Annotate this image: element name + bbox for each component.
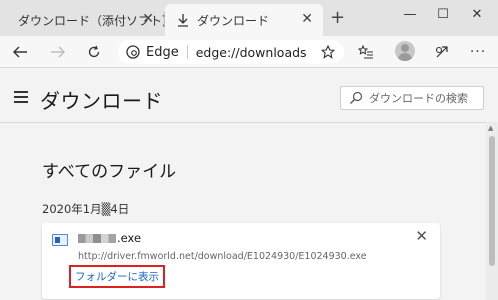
address-label: Edge	[146, 44, 179, 60]
scrollbar[interactable]: ▲	[486, 122, 498, 300]
refresh-button[interactable]	[84, 42, 104, 62]
tab-downloads[interactable]: ダウンロード ✕	[165, 4, 323, 36]
show-in-folder-link[interactable]: フォルダーに表示	[69, 265, 165, 288]
more-icon: ···	[469, 44, 487, 60]
address-separator	[186, 45, 188, 59]
file-name[interactable]: .exe	[78, 231, 141, 245]
forward-button[interactable]	[48, 42, 68, 62]
maximize-button[interactable]: ☐	[428, 4, 458, 24]
scroll-thumb[interactable]	[489, 136, 495, 266]
tab-close-icon[interactable]: ✕	[142, 12, 154, 26]
back-button[interactable]	[10, 42, 30, 62]
file-name-suffix: .exe	[117, 231, 142, 245]
tab-close-icon[interactable]: ✕	[301, 12, 313, 26]
back-arrow-icon	[13, 46, 27, 58]
download-item-card: .exe http://driver.fmworld.net/download/…	[42, 223, 440, 299]
favorite-star-button[interactable]	[318, 42, 338, 62]
search-placeholder: ダウンロードの検索	[369, 92, 468, 105]
tab-downloads-software[interactable]: ダウンロード（添付ソフト） ✕	[0, 4, 174, 36]
divider	[0, 122, 486, 123]
menu-icon[interactable]	[14, 91, 28, 103]
toolbar: Edge edge://downloads ···	[0, 36, 498, 68]
avatar[interactable]	[395, 41, 415, 61]
page-title: ダウンロード	[40, 89, 163, 113]
download-url: http://driver.fmworld.net/download/E1024…	[78, 251, 367, 262]
forward-arrow-icon	[51, 46, 65, 58]
date-label: 2020年1月▒4日	[42, 202, 130, 216]
favorites-list-icon	[358, 45, 373, 59]
downloads-page: ダウンロード ダウンロードの検索 すべてのファイル 2020年1月▒4日 .ex…	[0, 69, 498, 300]
address-bar[interactable]: Edge edge://downloads	[118, 40, 344, 64]
new-tab-button[interactable]: +	[330, 9, 345, 27]
edge-logo-icon	[126, 45, 140, 59]
exe-file-icon	[52, 234, 68, 246]
minimize-button[interactable]: —	[395, 4, 425, 24]
scroll-up-arrow-icon[interactable]: ▲	[488, 124, 493, 132]
download-arrow-icon	[178, 14, 188, 27]
star-icon	[321, 45, 335, 59]
section-title: すべてのファイル	[42, 162, 177, 182]
url-text[interactable]: edge://downloads	[196, 45, 307, 60]
search-icon	[350, 91, 363, 104]
tab-strip: ダウンロード（添付ソフト） ✕ ダウンロード ✕ + — ☐ ✕	[0, 0, 498, 36]
remove-item-close-icon[interactable]: ✕	[415, 229, 428, 244]
close-window-button[interactable]: ✕	[462, 4, 492, 24]
more-button[interactable]: ···	[468, 42, 488, 62]
search-input[interactable]: ダウンロードの検索	[340, 86, 484, 110]
favorites-button[interactable]	[356, 42, 376, 62]
tab-label: ダウンロード	[197, 13, 270, 28]
refresh-icon	[88, 45, 100, 58]
share-button[interactable]	[432, 42, 452, 62]
redacted-filename	[78, 233, 116, 243]
share-icon	[435, 46, 448, 58]
